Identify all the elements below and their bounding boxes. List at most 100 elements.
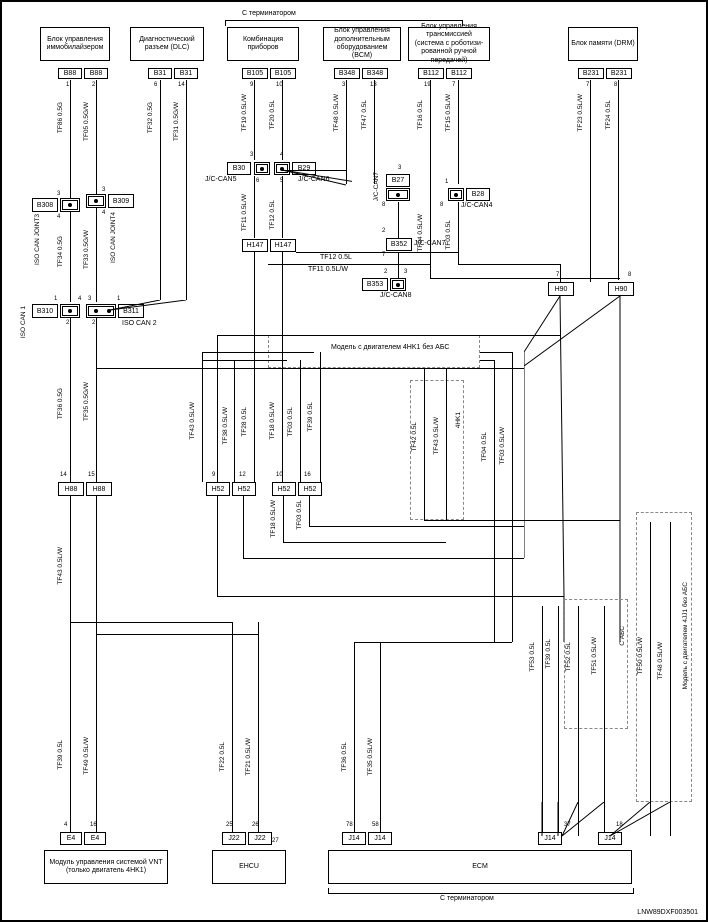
wire: [202, 352, 203, 482]
wire: [309, 496, 310, 526]
conn-B105-2: B105: [270, 68, 296, 79]
pin: 8: [440, 202, 443, 208]
conn-B30: B30: [227, 162, 251, 175]
wlabel: TF12 0.5L: [320, 254, 352, 261]
wlabel: TF51 0.5L/W: [591, 637, 598, 675]
wlabel: TF04 0.5L: [481, 432, 488, 462]
wire: [590, 278, 591, 282]
conn-B112-1: B112: [418, 68, 444, 79]
label-4hk1: 4HK1: [455, 412, 462, 428]
pin: 9: [212, 472, 215, 478]
pin: 58: [372, 822, 379, 828]
wlabel: TF49 0.5L/W: [83, 737, 90, 775]
conn-B352: B352: [386, 238, 412, 251]
wire: [560, 264, 561, 282]
wire: [96, 726, 97, 832]
label-iso-can-joint4: ISO CAN JOINT4: [110, 212, 117, 263]
pin: 26: [252, 822, 259, 828]
pin: 3: [250, 152, 253, 158]
wlabel: TF20 0.5L: [269, 100, 276, 130]
wire: [254, 252, 255, 482]
conn-B310: B310: [32, 304, 58, 318]
pin: 15: [88, 472, 95, 478]
pin: 16: [304, 472, 311, 478]
wlabel: TF43 0.5L/W: [57, 547, 64, 585]
wlabel: TF38 0.5L/W: [222, 407, 229, 445]
wire: [254, 80, 255, 160]
conn-B348-1: B348: [334, 68, 360, 79]
label-4hk1-noabs: Модель с двигателем 4HK1 без АБС: [331, 344, 449, 351]
wlabel: TF43 0.5L/W: [189, 402, 196, 440]
wlabel: TF42 0.5L: [411, 422, 418, 452]
pin: 2: [92, 320, 95, 326]
wire: [217, 596, 564, 597]
diag-svg: [282, 160, 352, 188]
pin: 1: [66, 82, 69, 88]
wire: [202, 352, 314, 353]
conn-B309: B309: [108, 194, 134, 208]
wlabel: TF36 0.5L: [341, 742, 348, 772]
conn-E4-1: E4: [60, 832, 82, 845]
wire: [512, 352, 513, 642]
wire-tf11h: [268, 264, 430, 265]
pin: 3: [404, 269, 407, 275]
terminator-label-bottom: С терминатором: [440, 895, 494, 902]
node: [396, 283, 400, 287]
wire-tf12h: [296, 252, 458, 253]
conn-B112-2: B112: [446, 68, 472, 79]
wire: [160, 80, 161, 300]
wlabel: TF05 0.5G/W: [83, 102, 90, 141]
footer-id: LNW89DXF003501: [637, 909, 698, 916]
wire: [217, 496, 218, 596]
conn-B31-1: B31: [148, 68, 172, 79]
pin: 10: [276, 472, 283, 478]
conn-B231-1: B231: [578, 68, 604, 79]
wlabel: TF50 0.5L/W: [637, 637, 644, 675]
wire: [96, 368, 524, 369]
label-iso-can-joint3: ISO CAN JOINT3: [34, 214, 41, 265]
wlabel: TF18 0.5L/W: [270, 500, 277, 538]
label-jc-can5: J/C-CAN5: [205, 176, 237, 183]
wlabel: TF03 0.5L/W: [499, 427, 506, 465]
pin: 78: [346, 822, 353, 828]
wlabel: TF36 0.5G: [57, 388, 64, 419]
module-trans: Блок управления трансмиссией (система с …: [408, 27, 490, 61]
module-bcm: Блок управления дополнительным оборудова…: [323, 27, 401, 61]
wire: [283, 496, 284, 542]
wlabel: TF31 0.5G/W: [173, 102, 180, 141]
wire: [202, 360, 287, 361]
conn-B105-1: B105: [242, 68, 268, 79]
pin: 8: [382, 202, 385, 208]
wire: [430, 278, 620, 279]
wlabel: TF18 0.5L/W: [269, 402, 276, 440]
pin: 2: [382, 228, 385, 234]
wlabel: TF48 0.5L/W: [333, 94, 340, 132]
wire: [258, 622, 259, 832]
pin: 1: [54, 296, 57, 302]
pin: 25: [226, 822, 233, 828]
conn-H88-2: H88: [86, 482, 112, 496]
wire: [618, 80, 619, 280]
wlabel: TF86 0.5G: [57, 102, 64, 133]
wire: [430, 80, 431, 184]
wire: [217, 335, 218, 482]
conn-J22-1: J22: [222, 832, 246, 845]
wire: [309, 526, 524, 527]
wire: [398, 202, 399, 238]
wlabel: TF03 0.5L: [296, 500, 303, 530]
wlabel: TF33 0.5G/W: [83, 230, 90, 269]
label-jc-can4: J/C-CAN4: [461, 202, 493, 209]
pin: 14: [60, 472, 67, 478]
label-jc-can7: J/C-CAN7: [373, 172, 380, 201]
wire: [480, 360, 494, 361]
wire: [446, 368, 447, 520]
pin: 8: [614, 82, 617, 88]
node: [396, 193, 400, 197]
conn-H90-1: H90: [548, 282, 574, 296]
wire: [96, 208, 97, 302]
wire: [670, 522, 671, 836]
conn-J14-1: J14: [342, 832, 366, 845]
wire: [96, 634, 258, 635]
wlabel: TF43 0.5L/W: [433, 417, 440, 455]
node: [68, 203, 72, 207]
